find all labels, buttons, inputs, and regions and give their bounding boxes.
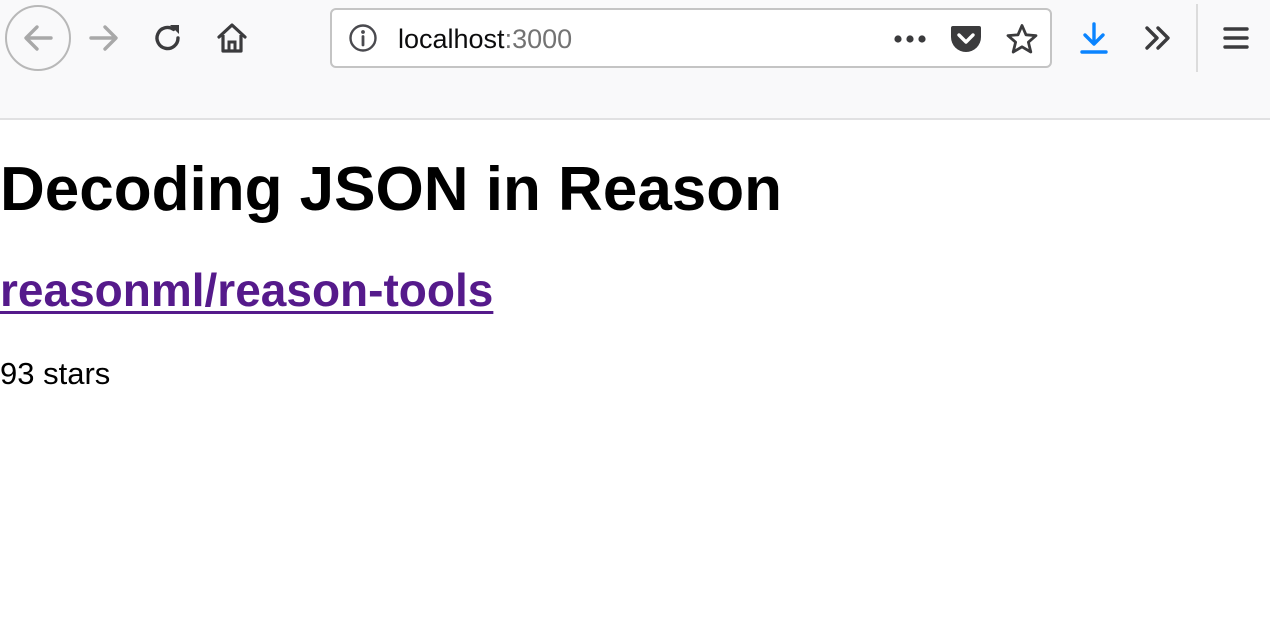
forward-button[interactable] [80,10,128,66]
bookmark-button[interactable] [1004,22,1040,56]
url-host: localhost [398,24,505,54]
url-port: :3000 [504,24,573,54]
reload-button[interactable] [144,10,192,66]
home-button[interactable] [208,10,256,66]
stars-count: 93 stars [0,356,111,391]
download-arrow-icon [1080,22,1108,54]
info-icon[interactable] [348,23,378,53]
back-arrow-icon [24,25,53,51]
pocket-icon [951,26,981,52]
page-actions-button[interactable] [892,22,928,56]
downloads-button[interactable] [1070,10,1118,66]
browser-toolbar: localhost:3000 [0,0,1270,120]
reload-icon [155,25,180,51]
page-title: Decoding JSON in Reason [0,155,783,224]
url-text[interactable]: localhost:3000 [398,23,572,55]
repo-link[interactable]: reasonml/reason-tools [0,264,493,316]
overflow-menu-button[interactable] [1134,10,1182,66]
double-chevron-icon [1145,26,1170,50]
pocket-button[interactable] [948,22,984,56]
toolbar-separator [1196,4,1198,72]
repo-heading: reasonml/reason-tools [0,262,493,318]
home-icon [217,23,247,53]
forward-arrow-icon [89,25,118,51]
more-dots-icon [894,35,926,43]
star-icon [1006,24,1038,54]
back-button[interactable] [5,5,71,71]
hamburger-menu-icon [1223,27,1249,49]
url-bar[interactable]: localhost:3000 [330,8,1052,68]
app-menu-button[interactable] [1212,10,1260,66]
page-content: Decoding JSON in Reason reasonml/reason-… [0,120,1270,640]
